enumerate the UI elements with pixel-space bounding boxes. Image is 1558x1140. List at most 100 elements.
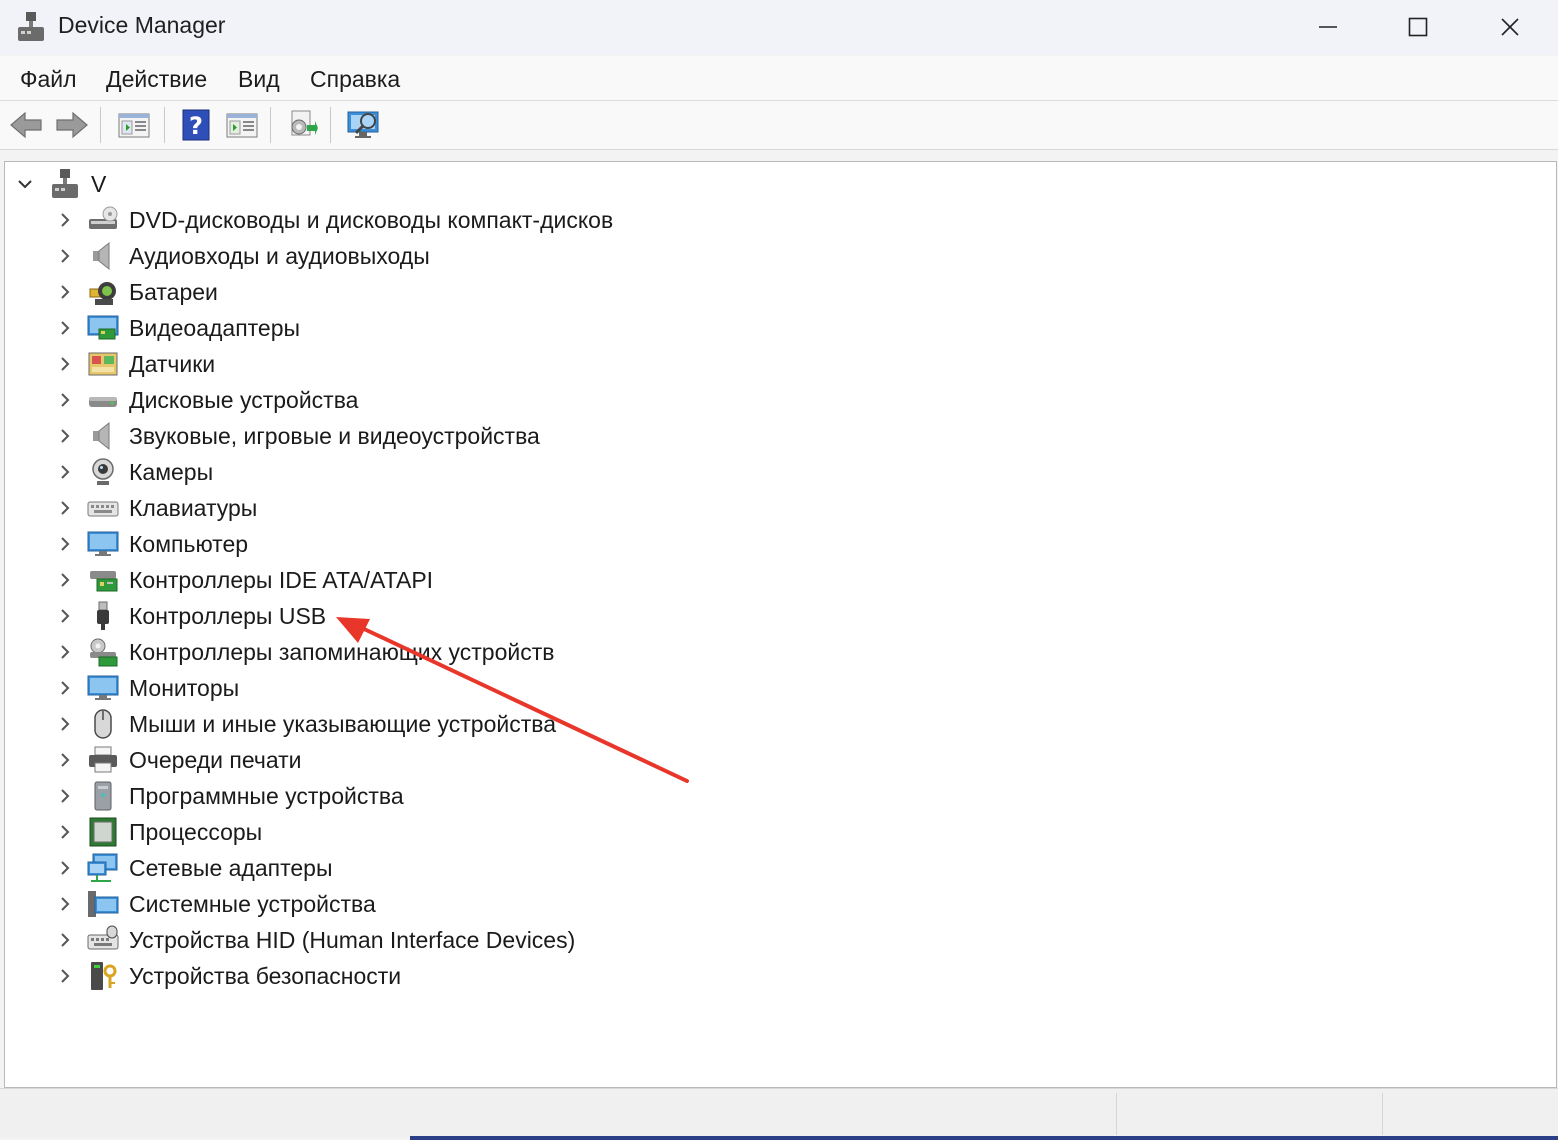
toolbar-separator: [330, 107, 331, 143]
hid-icon: [87, 925, 119, 950]
tree-item-label: Контроллеры запоминающих устройств: [129, 639, 555, 665]
back-button[interactable]: [8, 107, 44, 143]
device-manager-app-icon: [18, 12, 44, 41]
storage-controller-icon: [90, 638, 118, 667]
tree-item-label: Системные устройства: [129, 891, 376, 917]
chevron-right-icon[interactable]: [57, 212, 73, 228]
tree-item-display-adapters[interactable]: Видеоадаптеры: [5, 310, 1545, 346]
chevron-right-icon[interactable]: [57, 464, 73, 480]
chevron-right-icon[interactable]: [57, 824, 73, 840]
tree-item-usb-controllers[interactable]: Контроллеры USB: [5, 598, 1545, 634]
speaker-icon: [93, 241, 110, 271]
tree-item-software-devices[interactable]: Программные устройства: [5, 778, 1545, 814]
chevron-right-icon[interactable]: [57, 248, 73, 264]
chevron-right-icon[interactable]: [57, 572, 73, 588]
display-adapter-icon: [87, 315, 119, 340]
chevron-right-icon[interactable]: [57, 608, 73, 624]
tree-item-cameras[interactable]: Камеры: [5, 454, 1545, 490]
svg-text:?: ?: [189, 112, 203, 140]
menu-view[interactable]: Вид: [238, 66, 280, 93]
status-bar-divider: [1116, 1093, 1117, 1135]
chevron-right-icon[interactable]: [57, 716, 73, 732]
tree-item-label: Клавиатуры: [129, 495, 258, 521]
tree-item-label: Звуковые, игровые и видеоустройства: [129, 423, 540, 449]
tree-item-label: Программные устройства: [129, 783, 404, 809]
tree-item-keyboards[interactable]: Клавиатуры: [5, 490, 1545, 526]
chevron-right-icon[interactable]: [57, 788, 73, 804]
tree-item-ide-controllers[interactable]: Контроллеры IDE ATA/ATAPI: [5, 562, 1545, 598]
tree-item-print-queues[interactable]: Очереди печати: [5, 742, 1545, 778]
tree-item-label: DVD-дисководы и дисководы компакт-дисков: [129, 207, 614, 233]
chevron-right-icon[interactable]: [57, 392, 73, 408]
chevron-right-icon[interactable]: [57, 752, 73, 768]
security-device-icon: [91, 962, 117, 990]
chevron-right-icon[interactable]: [57, 536, 73, 552]
menu-action[interactable]: Действие: [106, 66, 207, 93]
chevron-right-icon[interactable]: [57, 644, 73, 660]
network-adapter-icon: [87, 853, 118, 882]
maximize-button[interactable]: [1372, 0, 1464, 54]
status-bar-divider: [1382, 1093, 1383, 1135]
chevron-right-icon[interactable]: [57, 500, 73, 516]
tree-item-monitors[interactable]: Мониторы: [5, 670, 1545, 706]
menu-help[interactable]: Справка: [310, 66, 400, 93]
chevron-right-icon[interactable]: [57, 896, 73, 912]
tree-item-label: Устройства HID (Human Interface Devices): [129, 927, 576, 953]
sensor-icon: [88, 352, 118, 376]
scan-hardware-icon: [347, 111, 379, 138]
tree-item-hid[interactable]: Устройства HID (Human Interface Devices): [5, 922, 1545, 958]
chevron-right-icon[interactable]: [57, 968, 73, 984]
properties-icon: [118, 113, 150, 138]
tree-root-node[interactable]: V: [5, 166, 1545, 202]
tree-item-network-adapters[interactable]: Сетевые адаптеры: [5, 850, 1545, 886]
tree-item-sound-devices[interactable]: Звуковые, игровые и видеоустройства: [5, 418, 1545, 454]
scan-hardware-button[interactable]: [346, 107, 382, 143]
tree-item-disk-drives[interactable]: Дисковые устройства: [5, 382, 1545, 418]
tree-item-storage-controllers[interactable]: Контроллеры запоминающих устройств: [5, 634, 1545, 670]
computer-tree-icon: [52, 169, 78, 198]
tree-item-label: Батареи: [129, 279, 218, 305]
keyboard-icon: [87, 501, 119, 517]
chevron-right-icon[interactable]: [57, 932, 73, 948]
update-driver-button[interactable]: [284, 107, 320, 143]
chevron-right-icon[interactable]: [57, 428, 73, 444]
tree-item-dvd-drives[interactable]: DVD-дисководы и дисководы компакт-дисков: [5, 202, 1545, 238]
camera-icon: [92, 458, 114, 485]
minimize-button[interactable]: [1282, 0, 1374, 54]
tree-item-label: Сетевые адаптеры: [129, 855, 333, 881]
view-list-icon: [226, 113, 258, 138]
tree-item-batteries[interactable]: Батареи: [5, 274, 1545, 310]
chevron-right-icon[interactable]: [57, 860, 73, 876]
tree-item-mice[interactable]: Мыши и иные указывающие устройства: [5, 706, 1545, 742]
tree-item-system-devices[interactable]: Системные устройства: [5, 886, 1545, 922]
chevron-right-icon[interactable]: [57, 680, 73, 696]
title-bar: Device Manager: [0, 0, 1558, 54]
toolbar: ?: [0, 101, 1558, 150]
device-manager-window: Device Manager Файл Действие Вид Справка: [0, 0, 1558, 1140]
chevron-down-icon[interactable]: [17, 176, 33, 192]
minimize-icon: [1319, 26, 1337, 28]
device-tree: V DVD-дисководы и дисководы компакт-диск…: [4, 161, 1557, 1088]
tree-item-processors[interactable]: Процессоры: [5, 814, 1545, 850]
tree-item-computer[interactable]: Компьютер: [5, 526, 1545, 562]
tree-item-audio-io[interactable]: Аудиовходы и аудиовыходы: [5, 238, 1545, 274]
close-button[interactable]: [1464, 0, 1556, 54]
menu-file[interactable]: Файл: [20, 66, 77, 93]
back-arrow-icon: [10, 111, 42, 139]
tree-item-security-devices[interactable]: Устройства безопасности: [5, 958, 1545, 994]
tree-item-label: Контроллеры USB: [129, 603, 327, 629]
tree-item-label: Контроллеры IDE ATA/ATAPI: [129, 567, 434, 593]
tree-item-label: Видеоадаптеры: [129, 315, 301, 341]
chevron-right-icon[interactable]: [57, 356, 73, 372]
help-button[interactable]: ?: [178, 107, 214, 143]
tree-item-label: Датчики: [129, 351, 216, 377]
properties-button[interactable]: [116, 107, 152, 143]
tree-item-sensors[interactable]: Датчики: [5, 346, 1545, 382]
chevron-right-icon[interactable]: [57, 320, 73, 336]
chevron-right-icon[interactable]: [57, 284, 73, 300]
disk-drive-icon: [89, 397, 117, 407]
tree-root-label: V: [91, 171, 107, 197]
battery-icon: [89, 282, 116, 305]
forward-button[interactable]: [54, 107, 90, 143]
view-button[interactable]: [224, 107, 260, 143]
